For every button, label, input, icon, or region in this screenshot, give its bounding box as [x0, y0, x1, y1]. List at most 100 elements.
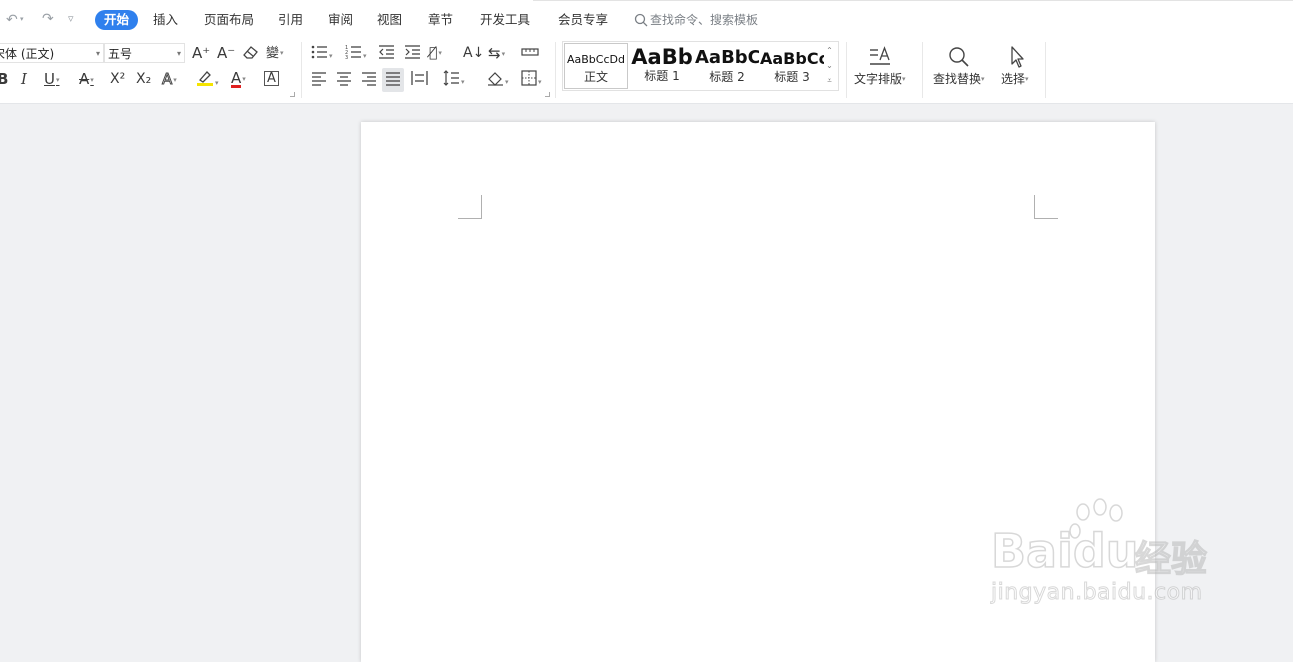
search-placeholder: 查找命令、搜索模板	[650, 13, 759, 27]
pinyin-icon: 變	[266, 46, 280, 61]
borders-button[interactable]: ▾	[521, 70, 542, 91]
tab-view[interactable]: 视图	[377, 10, 402, 30]
font-size-select[interactable]: 五号 ▾	[104, 43, 185, 63]
style-normal[interactable]: AaBbCcDd 正文	[564, 43, 628, 89]
undo-button[interactable]: ↶ ▾	[6, 11, 23, 28]
text-layout-button[interactable]: 文字排版▾	[854, 44, 906, 87]
style-name: 标题 2	[709, 70, 745, 84]
tab-developer-tools[interactable]: 开发工具	[480, 10, 530, 30]
tab-chapter[interactable]: 章节	[428, 10, 453, 30]
highlighter-icon	[197, 71, 213, 86]
search-icon	[634, 13, 648, 27]
customize-quick-access-button[interactable]: ▿	[68, 11, 74, 27]
subscript-button[interactable]: X₂	[136, 70, 151, 88]
sort-icon: A↓	[463, 45, 485, 61]
align-left-button[interactable]	[311, 70, 327, 90]
font-size-value: 五号	[108, 47, 133, 61]
tab-home[interactable]: 开始	[95, 10, 139, 30]
tab-page-layout[interactable]: 页面布局	[204, 10, 254, 30]
increase-indent-button[interactable]	[404, 44, 421, 64]
italic-button[interactable]: I	[21, 70, 27, 88]
baidu-jingyan-watermark: Baidu 经验 jingyan.baidu.com	[985, 496, 1245, 616]
clear-format-button[interactable]	[242, 44, 259, 64]
increase-indent-icon	[405, 45, 420, 59]
style-heading-2[interactable]: AaBbC 标题 2	[695, 43, 759, 89]
strikethrough-button[interactable]: A▾	[79, 70, 94, 89]
chevron-down-icon[interactable]: ⌄	[822, 58, 837, 73]
numbered-list-button[interactable]: 1 2 3 ▾	[345, 44, 367, 65]
shrink-font-button[interactable]: A⁻	[217, 44, 235, 62]
watermark-logo: Baidu	[990, 523, 1139, 579]
justify-icon	[386, 72, 400, 86]
distribute-icon	[411, 71, 428, 85]
chevron-down-icon: ▿	[68, 12, 74, 25]
find-replace-label: 查找替换	[933, 72, 982, 86]
numbered-list-icon: 123	[345, 45, 361, 61]
subscript-icon: X₂	[136, 71, 152, 87]
character-border-button[interactable]: A	[264, 70, 279, 88]
font-dialog-launcher[interactable]	[290, 92, 295, 97]
chevron-up-icon[interactable]: ⌃	[822, 43, 837, 58]
find-replace-button[interactable]: 查找替换▾	[933, 44, 985, 87]
text-effect-button[interactable]: A▾	[161, 70, 176, 89]
style-heading-3[interactable]: AaBbCc 标题 3	[760, 43, 824, 89]
bullet-list-button[interactable]: ▾	[311, 44, 333, 65]
decrease-indent-button[interactable]	[378, 44, 395, 64]
distributed-align-button[interactable]	[411, 70, 428, 90]
chevron-down-icon: ▾	[95, 49, 100, 58]
line-spacing-button[interactable]: ▾	[443, 70, 465, 91]
styles-scroll[interactable]: ⌃ ⌄ ⩡	[822, 43, 837, 89]
margin-corner-marker	[1034, 195, 1058, 219]
expand-more-icon[interactable]: ⩡	[822, 73, 837, 88]
magnifier-icon	[949, 47, 969, 67]
tab-references[interactable]: 引用	[278, 10, 303, 30]
shading-button[interactable]: ▾	[487, 70, 509, 91]
show-marks-button[interactable]: ⇆▾	[488, 44, 505, 63]
chevron-down-icon: ▾	[176, 49, 181, 58]
group-separator	[1045, 42, 1046, 98]
border-icon	[521, 70, 537, 86]
tab-review[interactable]: 审阅	[328, 10, 353, 30]
tab-member[interactable]: 会员专享	[558, 10, 608, 30]
cursor-arrow-icon	[1011, 46, 1024, 68]
eraser-icon	[243, 46, 258, 59]
undo-icon: ↶	[6, 12, 18, 28]
pinyin-guide-button[interactable]: 變▾	[266, 44, 284, 63]
bold-icon: B	[0, 70, 9, 88]
tab-ruler-button[interactable]	[521, 44, 539, 64]
paragraph-dialog-launcher[interactable]	[545, 92, 550, 97]
align-right-icon	[362, 72, 376, 86]
highlight-button[interactable]: ▾	[196, 69, 219, 92]
underline-icon: U	[44, 70, 55, 88]
select-label: 选择	[1001, 72, 1026, 86]
style-name: 正文	[583, 70, 608, 84]
select-button[interactable]: 选择▾	[1001, 44, 1029, 87]
style-heading-1[interactable]: AaBb 标题 1	[630, 43, 694, 89]
char-border-icon: A	[264, 71, 279, 86]
text-effect-icon: A	[161, 70, 173, 89]
align-right-button[interactable]	[361, 70, 377, 90]
grow-font-button[interactable]: A⁺	[192, 44, 210, 62]
font-color-button[interactable]: A▾	[231, 69, 246, 88]
line-spacing-icon	[443, 70, 459, 86]
sort-button[interactable]: A↓	[463, 44, 484, 62]
margin-corner-marker	[458, 195, 482, 219]
svg-text:3: 3	[345, 55, 348, 60]
style-preview: AaBbCc	[760, 49, 824, 68]
bold-button[interactable]: B	[0, 70, 8, 88]
superscript-button[interactable]: X²	[110, 70, 125, 88]
paragraph-mark-icon: ⇆	[488, 44, 501, 62]
font-name-select[interactable]: 宋体 (正文) ▾	[0, 43, 104, 63]
chinese-layout-button[interactable]: 文̸▾	[429, 44, 442, 62]
redo-button[interactable]: ↷	[42, 11, 54, 27]
group-separator	[301, 42, 302, 98]
underline-button[interactable]: U▾	[44, 70, 60, 89]
strikethrough-icon: A	[79, 70, 90, 88]
command-search[interactable]: 查找命令、搜索模板	[634, 10, 758, 30]
align-center-button[interactable]	[336, 70, 352, 90]
styles-gallery: AaBbCcDd 正文 AaBb 标题 1 AaBbC 标题 2 AaBbCc …	[562, 41, 839, 91]
ruler-icon	[521, 48, 539, 56]
text-layout-label: 文字排版	[854, 72, 903, 86]
justify-button[interactable]	[382, 68, 404, 92]
tab-insert[interactable]: 插入	[153, 10, 178, 30]
